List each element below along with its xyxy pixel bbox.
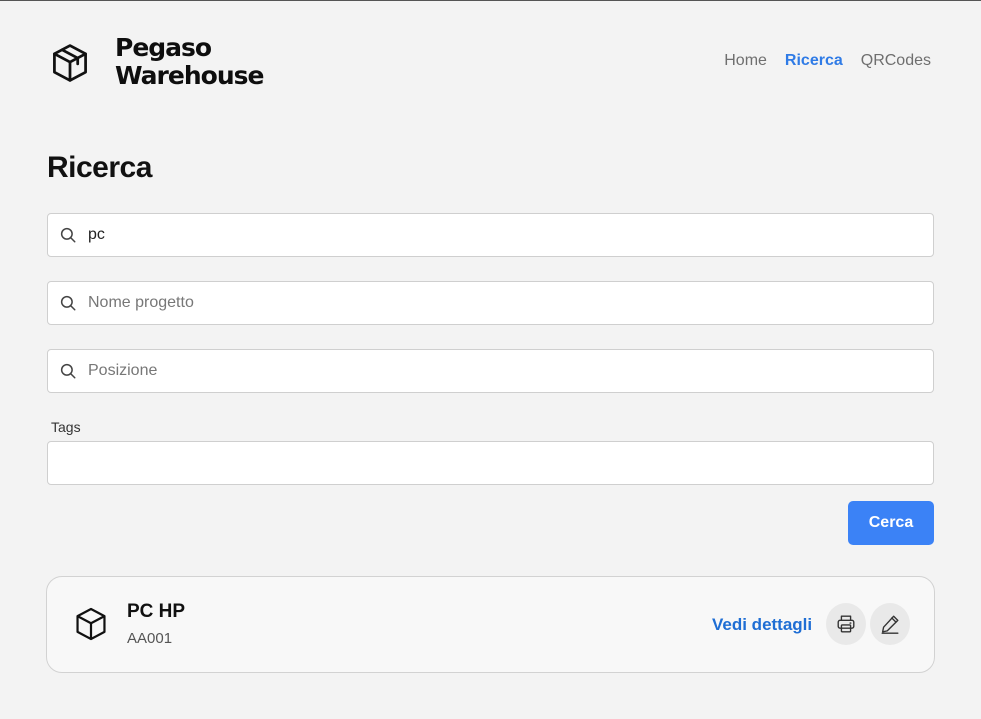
result-title: PC HP [127, 601, 186, 622]
nav-home[interactable]: Home [724, 52, 767, 70]
project-input[interactable] [88, 282, 923, 324]
search-icon [60, 295, 76, 311]
main-nav: Home Ricerca QRCodes [724, 52, 931, 70]
tags-field [47, 441, 934, 485]
tags-label: Tags [51, 419, 81, 435]
search-button[interactable]: Cerca [848, 501, 934, 545]
package-icon [76, 607, 106, 641]
result-code: AA001 [127, 630, 173, 647]
position-field [47, 349, 934, 393]
query-input[interactable] [88, 214, 923, 256]
print-button[interactable] [826, 603, 866, 645]
query-field [47, 213, 934, 257]
package-icon [53, 44, 87, 82]
position-input[interactable] [88, 350, 923, 392]
brand-name[interactable]: Pegaso Warehouse [115, 33, 264, 90]
page-title: Ricerca [47, 151, 152, 184]
edit-button[interactable] [870, 603, 910, 645]
tags-input[interactable] [60, 442, 923, 484]
brand-line-1: Pegaso [115, 33, 212, 62]
brand-line-2: Warehouse [115, 61, 264, 90]
nav-qrcodes[interactable]: QRCodes [861, 52, 931, 70]
nav-search[interactable]: Ricerca [785, 52, 843, 70]
search-icon [60, 363, 76, 379]
printer-icon [837, 615, 855, 633]
search-icon [60, 227, 76, 243]
header: Pegaso Warehouse Home Ricerca QRCodes [0, 1, 981, 121]
project-field [47, 281, 934, 325]
pencil-icon [881, 615, 899, 634]
view-details-link[interactable]: Vedi dettagli [712, 615, 812, 635]
result-card: PC HP AA001 Vedi dettagli [46, 576, 935, 673]
